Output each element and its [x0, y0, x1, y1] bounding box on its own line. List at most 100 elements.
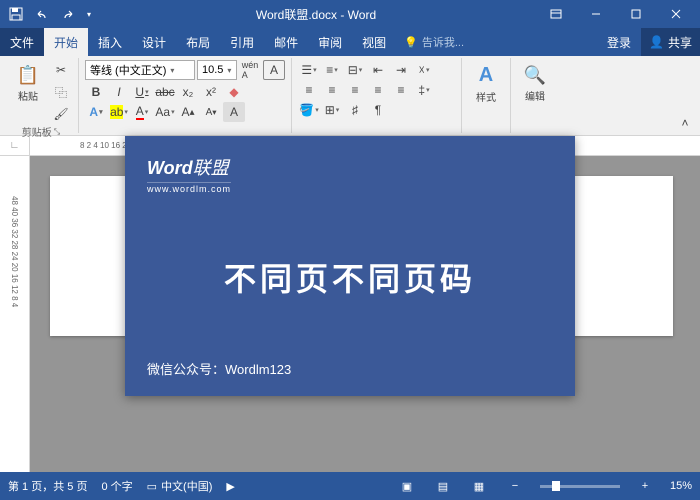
show-marks-button[interactable]: ¶	[367, 100, 389, 120]
align-right-button[interactable]: ≡	[344, 80, 366, 100]
logo-bold: Word	[147, 158, 193, 178]
tab-home[interactable]: 开始	[44, 28, 88, 56]
underline-button[interactable]: U▾	[131, 82, 153, 102]
tab-selector[interactable]: ∟	[0, 136, 30, 155]
tab-mailings[interactable]: 邮件	[264, 28, 308, 56]
zoom-level[interactable]: 15%	[670, 480, 692, 492]
zoom-in-button[interactable]: +	[634, 476, 656, 496]
ribbon-group-font: 等线 (中文正文)▾ 10.5▾ wénA A B I U▾ abc x₂ x²…	[79, 58, 292, 133]
asian-layout-button[interactable]: ☓▾	[413, 60, 435, 80]
numbering-button[interactable]: ≡▾	[321, 60, 343, 80]
qat-customize-button[interactable]: ▾	[82, 2, 96, 26]
quick-access-toolbar: ▾	[4, 2, 96, 26]
tab-review[interactable]: 审阅	[308, 28, 352, 56]
vertical-ruler[interactable]: 48 40 36 32 28 24 20 16 12 8 4	[0, 156, 30, 472]
zoom-thumb[interactable]	[552, 481, 560, 491]
styles-button[interactable]: A 样式	[468, 60, 504, 108]
tab-references[interactable]: 引用	[220, 28, 264, 56]
character-shading-button[interactable]: A	[223, 102, 245, 122]
status-word-count[interactable]: 0 个字	[101, 478, 132, 494]
format-painter-button[interactable]: 🖌	[50, 104, 72, 124]
zoom-out-button[interactable]: −	[504, 476, 526, 496]
align-center-button[interactable]: ≡	[321, 80, 343, 100]
superscript-button[interactable]: x²	[200, 82, 222, 102]
status-language[interactable]: ▭ 中文(中国)	[147, 478, 213, 494]
page-thumbnail[interactable]	[558, 176, 673, 336]
share-label: 共享	[668, 34, 692, 51]
tab-design[interactable]: 设计	[132, 28, 176, 56]
shading-button[interactable]: 🪣▾	[298, 100, 320, 120]
cut-button[interactable]: ✂	[50, 60, 72, 80]
line-spacing-button[interactable]: ‡▾	[413, 80, 435, 100]
decrease-indent-button[interactable]: ⇤	[367, 60, 389, 80]
close-button[interactable]	[656, 0, 696, 28]
character-border-button[interactable]: A	[263, 60, 285, 80]
logo-rest: 联盟	[193, 158, 229, 178]
undo-button[interactable]	[30, 2, 54, 26]
phonetic-guide-button[interactable]: wénA	[239, 60, 261, 80]
font-color-button[interactable]: A▾	[131, 102, 153, 122]
bold-button[interactable]: B	[85, 82, 107, 102]
editing-label: 编辑	[525, 88, 545, 103]
footer-label: 微信公众号：	[147, 362, 225, 377]
overlay-footer: 微信公众号：Wordlm123	[147, 359, 553, 378]
minimize-button[interactable]	[576, 0, 616, 28]
web-layout-button[interactable]: ▦	[468, 476, 490, 496]
status-page[interactable]: 第 1 页，共 5 页	[8, 478, 87, 494]
sort-button[interactable]: ♯	[344, 100, 366, 120]
promo-overlay: Word联盟 www.wordlm.com 不同页不同页码 微信公众号：Word…	[125, 136, 575, 396]
font-size-combo[interactable]: 10.5▾	[197, 60, 237, 80]
paste-button[interactable]: 📋 粘贴	[10, 60, 46, 108]
dialog-launcher-icon[interactable]: ⤡	[54, 127, 60, 137]
status-macro[interactable]: ▶	[226, 480, 234, 493]
language-label: 中文(中国)	[161, 478, 212, 494]
login-button[interactable]: 登录	[597, 28, 641, 56]
ribbon-group-paragraph: ☰▾ ≡▾ ⊟▾ ⇤ ⇥ ☓▾ ≡ ≡ ≡ ≡ ≡ ‡▾ 🪣▾ ⊞▾ ♯ ¶	[292, 58, 462, 133]
ribbon-display-button[interactable]	[536, 0, 576, 28]
ribbon-group-styles: A 样式	[462, 58, 511, 133]
status-bar: 第 1 页，共 5 页 0 个字 ▭ 中文(中国) ▶ ▣ ▤ ▦ − + 15…	[0, 472, 700, 500]
font-name-value: 等线 (中文正文)	[90, 62, 166, 78]
collapse-ribbon-button[interactable]: ˄	[674, 113, 696, 133]
subscript-button[interactable]: x₂	[177, 82, 199, 102]
tell-me-search[interactable]: 💡 告诉我...	[404, 28, 464, 56]
print-layout-button[interactable]: ▤	[432, 476, 454, 496]
multilevel-list-button[interactable]: ⊟▾	[344, 60, 366, 80]
maximize-button[interactable]	[616, 0, 656, 28]
distributed-button[interactable]: ≡	[390, 80, 412, 100]
editing-button[interactable]: 🔍 编辑	[517, 60, 553, 108]
bullets-button[interactable]: ☰▾	[298, 60, 320, 80]
tab-file[interactable]: 文件	[0, 28, 44, 56]
redo-button[interactable]	[56, 2, 80, 26]
read-mode-button[interactable]: ▣	[396, 476, 418, 496]
person-icon: 👤	[649, 35, 664, 49]
grow-font-button[interactable]: A▴	[177, 102, 199, 122]
zoom-slider[interactable]	[540, 485, 620, 488]
document-area: 48 40 36 32 28 24 20 16 12 8 4 Word联盟 ww…	[0, 156, 700, 472]
save-button[interactable]	[4, 2, 28, 26]
paste-label: 粘贴	[18, 88, 38, 103]
document-title: Word联盟.docx - Word	[96, 6, 536, 23]
share-button[interactable]: 👤 共享	[641, 28, 700, 56]
lightbulb-icon: 💡	[404, 36, 418, 49]
overlay-headline: 不同页不同页码	[147, 195, 553, 359]
highlight-button[interactable]: ab▾	[108, 102, 130, 122]
align-left-button[interactable]: ≡	[298, 80, 320, 100]
styles-icon: A	[479, 64, 493, 87]
tab-insert[interactable]: 插入	[88, 28, 132, 56]
increase-indent-button[interactable]: ⇥	[390, 60, 412, 80]
tab-view[interactable]: 视图	[352, 28, 396, 56]
justify-button[interactable]: ≡	[367, 80, 389, 100]
tell-me-label: 告诉我...	[422, 34, 464, 50]
strikethrough-button[interactable]: abc	[154, 82, 176, 102]
borders-button[interactable]: ⊞▾	[321, 100, 343, 120]
record-icon: ▶	[226, 480, 234, 493]
shrink-font-button[interactable]: A▾	[200, 102, 222, 122]
clear-formatting-button[interactable]: ◆	[223, 82, 245, 102]
tab-layout[interactable]: 布局	[176, 28, 220, 56]
italic-button[interactable]: I	[108, 82, 130, 102]
text-effects-button[interactable]: A▾	[85, 102, 107, 122]
font-name-combo[interactable]: 等线 (中文正文)▾	[85, 60, 195, 80]
copy-button[interactable]: ⿻	[50, 82, 72, 102]
change-case-button[interactable]: Aa▾	[154, 102, 176, 122]
